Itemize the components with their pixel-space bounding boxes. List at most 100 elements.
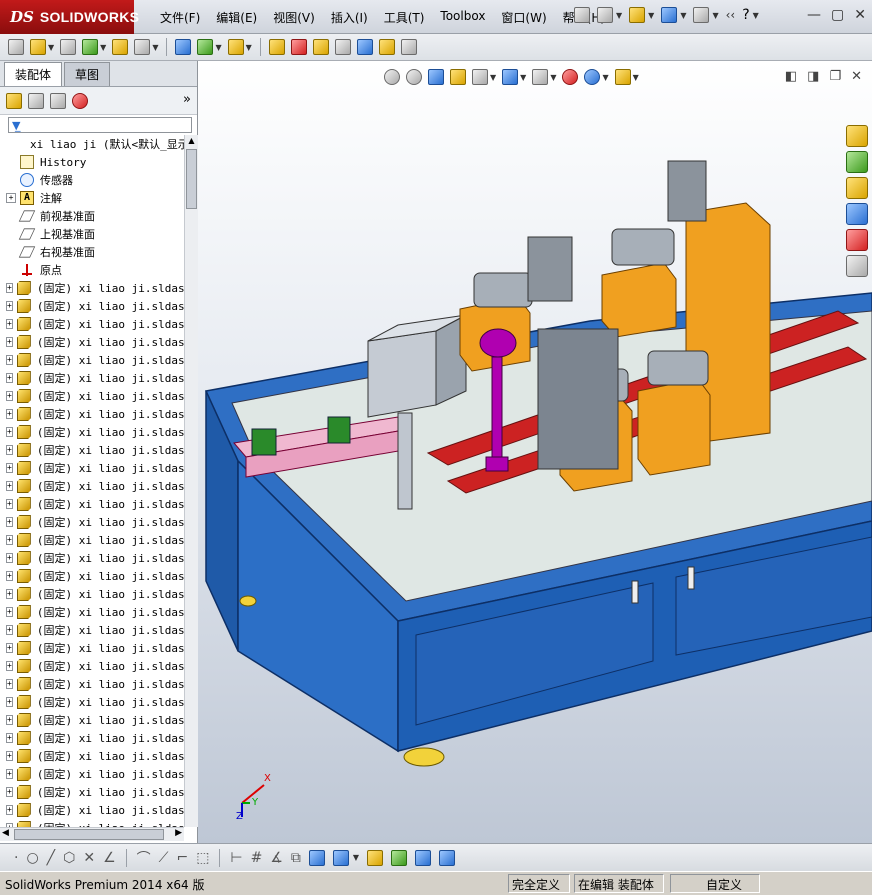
expand-icon[interactable]: + <box>6 661 13 671</box>
menu-tools[interactable]: 工具(T) <box>376 9 433 26</box>
window-layout-icon[interactable] <box>415 849 432 866</box>
paperclip-icon[interactable] <box>60 39 77 55</box>
filter-input[interactable]: ▼̲ <box>8 117 192 133</box>
expand-icon[interactable]: + <box>6 679 13 689</box>
status-custom[interactable]: 自定义 <box>706 876 742 893</box>
component-icon[interactable] <box>391 849 408 866</box>
instant3d-icon[interactable] <box>400 39 417 55</box>
expand-panel-icon[interactable]: » <box>183 92 191 107</box>
new-motion-study-icon[interactable] <box>268 39 285 55</box>
more-icon[interactable]: ‹‹ <box>726 8 736 22</box>
tree-item[interactable]: +(固定) xi liao ji.sldas <box>0 783 184 801</box>
expand-icon[interactable]: + <box>6 769 13 779</box>
tree-item[interactable]: +(固定) xi liao ji.sldas <box>0 333 184 351</box>
dimension-icon[interactable]: ⊢ <box>230 850 242 866</box>
new-document-icon[interactable] <box>597 7 613 23</box>
expand-icon[interactable]: + <box>6 499 13 509</box>
tab-sketch[interactable]: 草图 <box>64 62 111 86</box>
display-mode-icon[interactable] <box>332 849 349 866</box>
open-dropdown-icon[interactable]: ▼ <box>648 11 654 20</box>
tree-item[interactable]: +(固定) xi liao ji.sldas <box>0 729 184 747</box>
tree-item[interactable]: +(固定) xi liao ji.sldas <box>0 315 184 333</box>
insert-component-icon[interactable] <box>8 39 24 55</box>
tree-item[interactable]: 上视基准面 <box>0 225 184 243</box>
tree-item[interactable]: +(固定) xi liao ji.sldas <box>0 549 184 567</box>
expand-icon[interactable]: + <box>6 607 13 617</box>
display-manager-icon[interactable] <box>72 92 88 109</box>
save-icon[interactable] <box>661 7 678 23</box>
tree-item[interactable]: 前视基准面 <box>0 207 184 225</box>
expand-icon[interactable]: + <box>6 463 13 473</box>
expand-icon[interactable]: + <box>6 805 13 815</box>
bill-of-materials-icon[interactable] <box>290 39 307 55</box>
tree-item[interactable]: +(固定) xi liao ji.sldas <box>0 459 184 477</box>
tree-item[interactable]: +(固定) xi liao ji.sldas <box>0 423 184 441</box>
display-mode-dropdown-icon[interactable]: ▼ <box>353 853 359 862</box>
tree-item[interactable]: 原点 <box>0 261 184 279</box>
mate-dropdown-icon[interactable]: ▼ <box>48 43 54 52</box>
mate-icon[interactable] <box>30 39 46 55</box>
features-dropdown-icon[interactable]: ▼ <box>215 43 221 52</box>
angle-dimension-icon[interactable]: ∡ <box>270 850 283 866</box>
hscroll-thumb[interactable] <box>14 829 164 840</box>
expand-icon[interactable]: + <box>6 535 13 545</box>
expand-icon[interactable]: + <box>6 553 13 563</box>
menu-toolbox[interactable]: Toolbox <box>432 9 493 26</box>
expand-icon[interactable]: + <box>6 589 13 599</box>
tree-item[interactable]: +(固定) xi liao ji.sldas <box>0 387 184 405</box>
reference-geometry-icon[interactable] <box>227 39 244 55</box>
print-icon[interactable] <box>693 7 710 23</box>
tree-item[interactable]: +(固定) xi liao ji.sldas <box>0 513 184 531</box>
tree-item[interactable]: +(固定) xi liao ji.sldas <box>0 675 184 693</box>
close-icon[interactable]: ✕ <box>854 7 866 23</box>
solidworks-logo[interactable]: DS SOLIDWORKS <box>0 0 139 34</box>
tree-item[interactable]: +(固定) xi liao ji.sldas <box>0 585 184 603</box>
configuration-manager-icon[interactable] <box>50 92 66 109</box>
graphics-area[interactable]: ▼ ▼ ▼ ▼ ▼ ◧ ◨ ❐ ✕ X Y Z <box>198 61 872 843</box>
trim-icon[interactable]: ✕ <box>83 850 95 866</box>
tree-item[interactable]: + A 注解 <box>0 189 184 207</box>
feature-manager-icon[interactable] <box>6 92 22 109</box>
expand-icon[interactable]: + <box>6 481 13 491</box>
smart-fasteners-icon[interactable] <box>112 39 129 55</box>
box-icon[interactable]: ⧉ <box>291 850 301 866</box>
expand-icon[interactable]: + <box>6 373 13 383</box>
tree-item[interactable]: +(固定) xi liao ji.sldas <box>0 711 184 729</box>
menu-view[interactable]: 视图(V) <box>265 9 323 26</box>
tree-item[interactable]: +(固定) xi liao ji.sldas <box>0 819 184 827</box>
new-dropdown-icon[interactable]: ▼ <box>616 11 622 20</box>
dashed-rect-icon[interactable]: ⬚ <box>196 850 209 866</box>
corner-icon[interactable]: ⌐ <box>176 850 188 866</box>
expand-icon[interactable]: + <box>6 193 16 203</box>
print-dropdown-icon[interactable]: ▼ <box>712 11 718 20</box>
help-icon[interactable]: ? <box>742 7 749 23</box>
maximize-icon[interactable]: ▢ <box>831 7 844 23</box>
expand-icon[interactable]: + <box>6 571 13 581</box>
move-component-icon[interactable] <box>134 39 151 55</box>
open-folder-icon[interactable] <box>629 7 646 23</box>
menu-window[interactable]: 窗口(W) <box>493 9 554 26</box>
expand-icon[interactable]: + <box>6 697 13 707</box>
tree-item[interactable]: +(固定) xi liao ji.sldas <box>0 693 184 711</box>
section-icon[interactable] <box>367 849 384 866</box>
save-dropdown-icon[interactable]: ▼ <box>680 11 686 20</box>
shaded-view-icon[interactable] <box>308 849 325 866</box>
tree-item[interactable]: +(固定) xi liao ji.sldas <box>0 351 184 369</box>
tree-item[interactable]: +(固定) xi liao ji.sldas <box>0 639 184 657</box>
polygon-icon[interactable]: ⬡ <box>63 850 75 866</box>
menu-insert[interactable]: 插入(I) <box>323 9 376 26</box>
expand-icon[interactable]: + <box>6 427 13 437</box>
move-dropdown-icon[interactable]: ▼ <box>152 43 158 52</box>
tree-vertical-scrollbar[interactable]: ▲ <box>184 135 198 827</box>
exploded-view-icon[interactable] <box>312 39 329 55</box>
tab-assembly[interactable]: 装配体 <box>4 62 63 86</box>
tree-item[interactable]: 右视基准面 <box>0 243 184 261</box>
tree-item[interactable]: History <box>0 153 184 171</box>
expand-icon[interactable]: + <box>6 733 13 743</box>
expand-icon[interactable]: + <box>6 787 13 797</box>
tree-item[interactable]: xi liao ji (默认<默认_显示 <box>0 135 184 153</box>
clearance-icon[interactable] <box>378 39 395 55</box>
tree-item[interactable]: +(固定) xi liao ji.sldas <box>0 477 184 495</box>
help-dropdown-icon[interactable]: ▼ <box>753 11 759 20</box>
property-manager-icon[interactable] <box>28 92 44 109</box>
